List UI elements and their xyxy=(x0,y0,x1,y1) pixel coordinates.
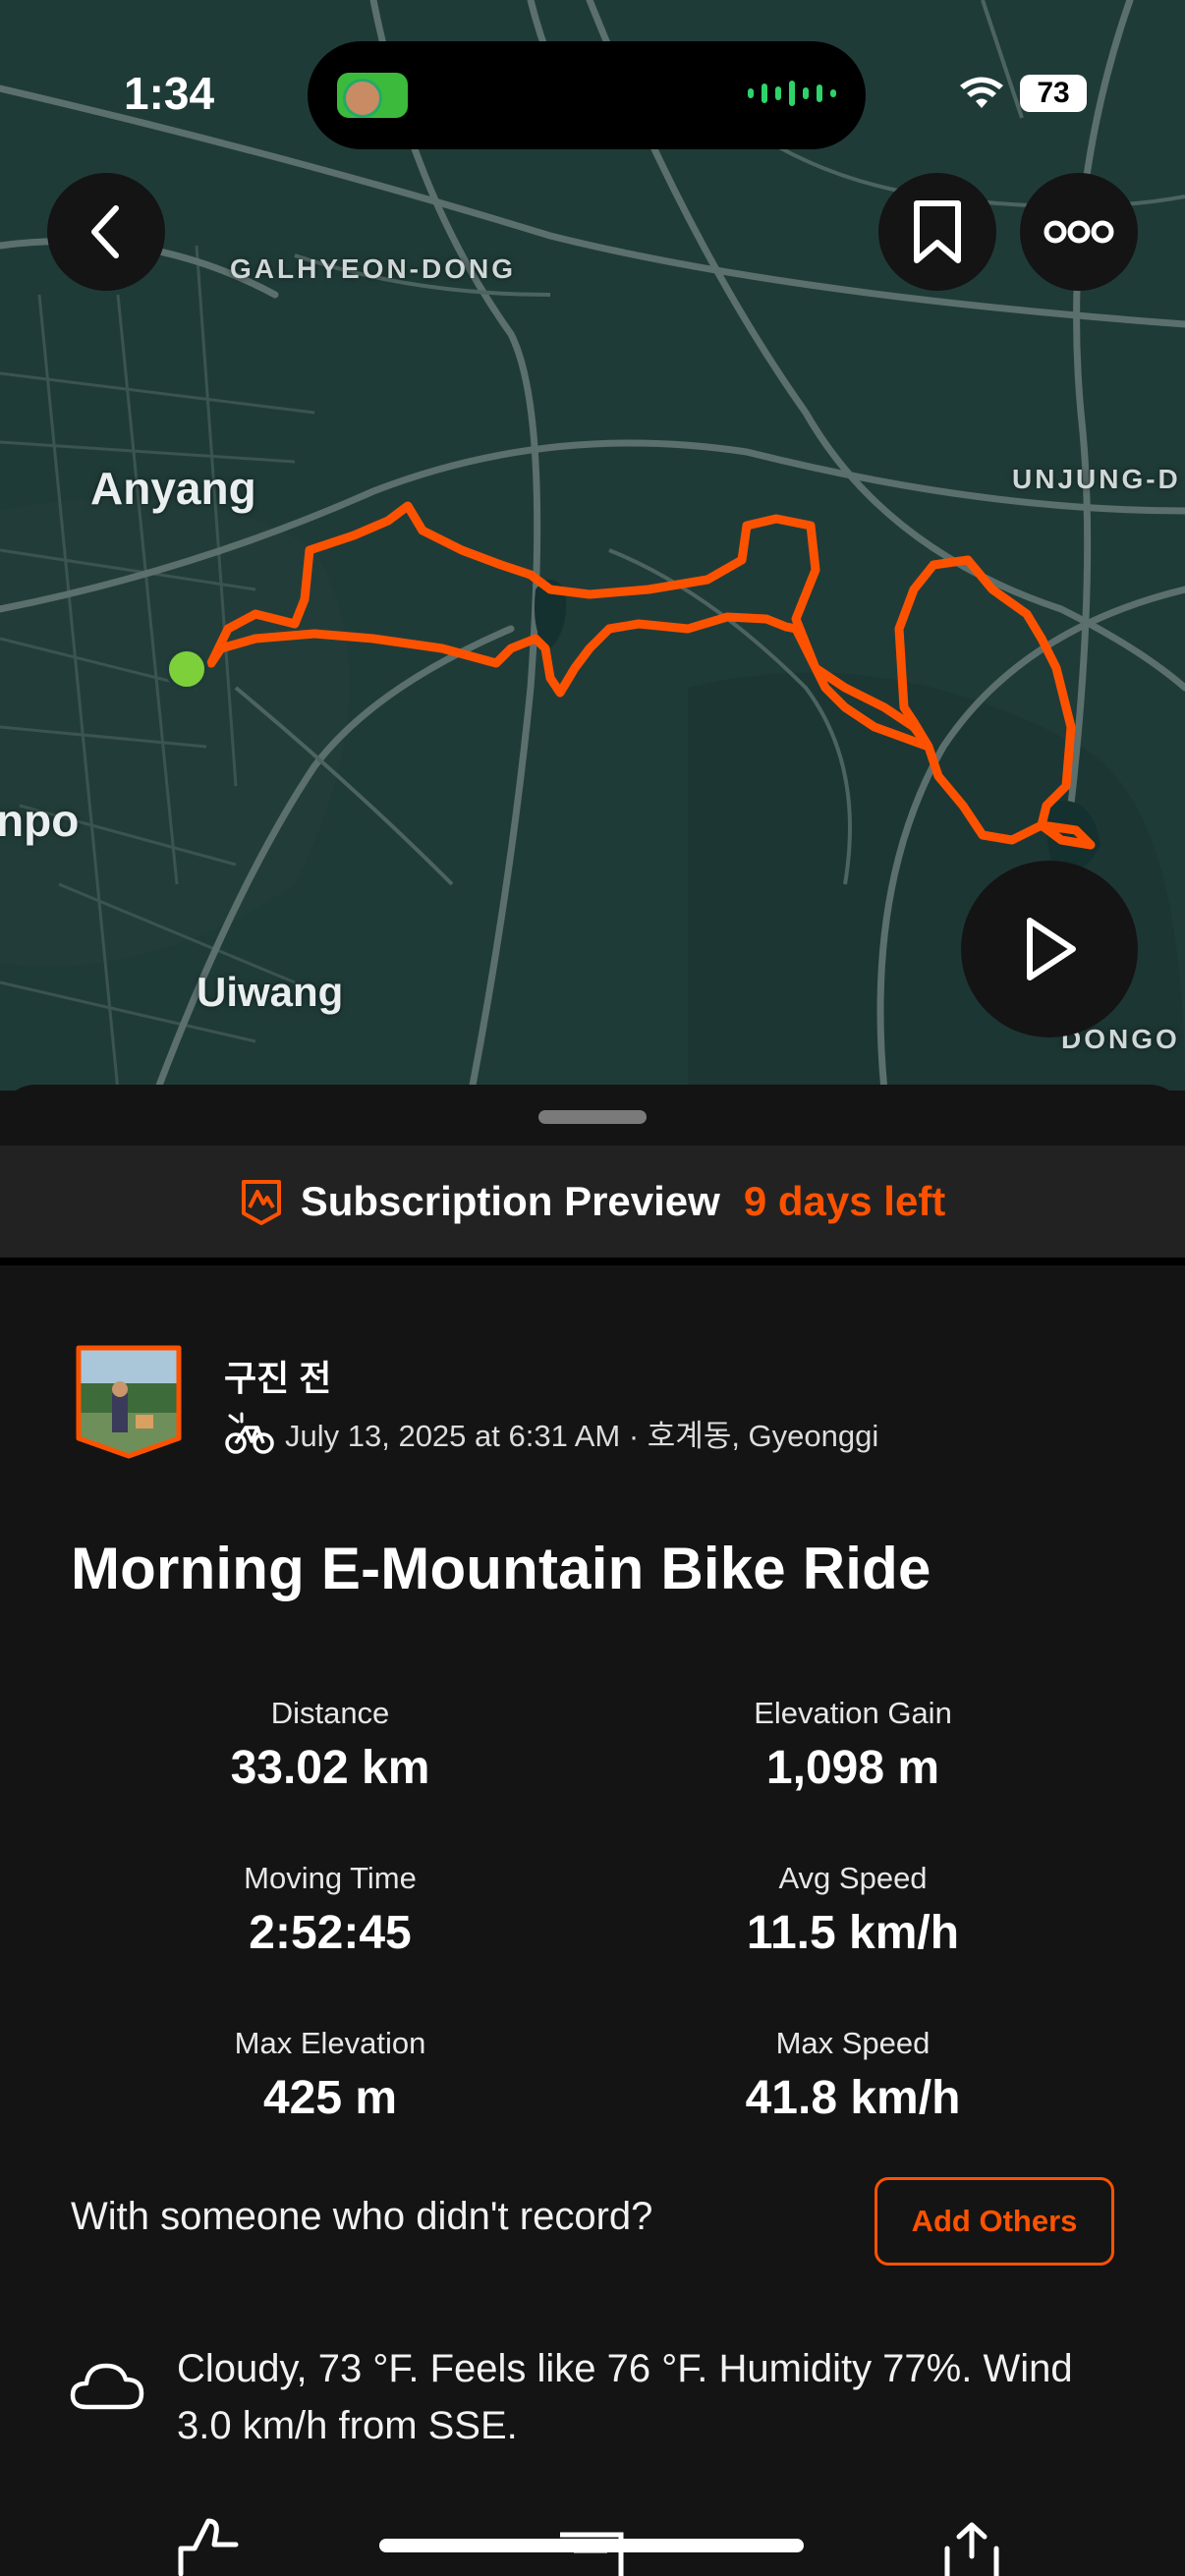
stat-label: Max Speed xyxy=(775,2026,931,2060)
subscription-title: Subscription Preview xyxy=(300,1178,720,1224)
activity-title: Morning E-Mountain Bike Ride xyxy=(71,1536,931,1601)
stat-moving-time: Moving Time 2:52:45 xyxy=(85,1861,576,1960)
back-button[interactable] xyxy=(47,173,165,291)
stat-max-elevation: Max Elevation 425 m xyxy=(85,2026,576,2125)
play-icon xyxy=(1027,918,1076,980)
audio-wave-icon xyxy=(748,81,836,106)
status-time: 1:34 xyxy=(124,68,215,119)
map-label-unjung: UNJUNG-D xyxy=(1012,464,1181,494)
stat-avg-speed: Avg Speed 11.5 km/h xyxy=(607,1861,1099,1960)
cloud-icon xyxy=(70,2363,144,2410)
stat-value: 33.02 km xyxy=(230,1742,430,1794)
stat-value: 425 m xyxy=(262,2072,398,2124)
stat-value: 41.8 km/h xyxy=(745,2072,961,2124)
sheet-grabber[interactable] xyxy=(538,1110,647,1124)
bookmark-button[interactable] xyxy=(878,173,996,291)
stat-label: Elevation Gain xyxy=(754,1696,952,1730)
battery-indicator: 73 xyxy=(1020,75,1087,112)
athlete-name[interactable]: 구진 전 xyxy=(224,1350,331,1401)
stat-distance: Distance 33.02 km xyxy=(85,1696,576,1795)
wifi-icon xyxy=(960,77,1003,108)
stat-value: 2:52:45 xyxy=(249,1907,412,1959)
stat-value: 11.5 km/h xyxy=(746,1907,960,1959)
kudos-thumb-icon[interactable] xyxy=(175,2515,250,2576)
ebike-icon xyxy=(225,1412,274,1454)
stat-label: Avg Speed xyxy=(778,1861,928,1895)
add-others-button[interactable]: Add Others xyxy=(875,2177,1114,2266)
share-icon[interactable] xyxy=(939,2521,1004,2576)
map-label-galhyeon: GALHYEON-DONG xyxy=(230,253,516,284)
map-label-gunpo: npo xyxy=(0,795,80,846)
call-app-icon xyxy=(337,73,408,118)
map-label-uiwang: Uiwang xyxy=(197,969,344,1015)
dynamic-island xyxy=(308,41,866,149)
subscription-days-left: 9 days left xyxy=(743,1178,946,1224)
chevron-left-icon xyxy=(91,205,119,258)
route-map[interactable]: GALHYEON-DONG Anyang UNJUNG-D npo Uiwang… xyxy=(0,0,1185,1091)
bookmark-icon xyxy=(914,200,961,263)
more-options-button[interactable] xyxy=(1020,173,1138,291)
subscription-banner[interactable]: Subscription Preview 9 days left xyxy=(0,1146,1185,1265)
more-dots-icon xyxy=(1044,220,1114,244)
stat-elevation-gain: Elevation Gain 1,098 m xyxy=(607,1696,1099,1795)
home-indicator[interactable] xyxy=(379,2539,804,2552)
stat-label: Moving Time xyxy=(244,1861,417,1895)
activity-meta: July 13, 2025 at 6:31 AM · 호계동, Gyeonggi xyxy=(224,1411,878,1455)
flyover-play-button[interactable] xyxy=(961,861,1138,1037)
stat-max-speed: Max Speed 41.8 km/h xyxy=(607,2026,1099,2125)
weather-summary: Cloudy, 73 °F. Feels like 76 °F. Humidit… xyxy=(177,2347,1073,2447)
with-others-prompt: With someone who didn't record? xyxy=(71,2195,653,2238)
map-label-anyang: Anyang xyxy=(90,463,256,514)
stat-value: 1,098 m xyxy=(765,1742,940,1794)
athlete-avatar[interactable] xyxy=(75,1344,183,1460)
stat-label: Distance xyxy=(270,1696,390,1730)
status-icons: 73 xyxy=(959,75,1087,112)
start-marker xyxy=(165,647,208,691)
stat-label: Max Elevation xyxy=(234,2026,426,2060)
activity-date-location: July 13, 2025 at 6:31 AM · 호계동, Gyeonggi xyxy=(285,1419,879,1453)
strava-badge-icon xyxy=(241,1180,281,1225)
